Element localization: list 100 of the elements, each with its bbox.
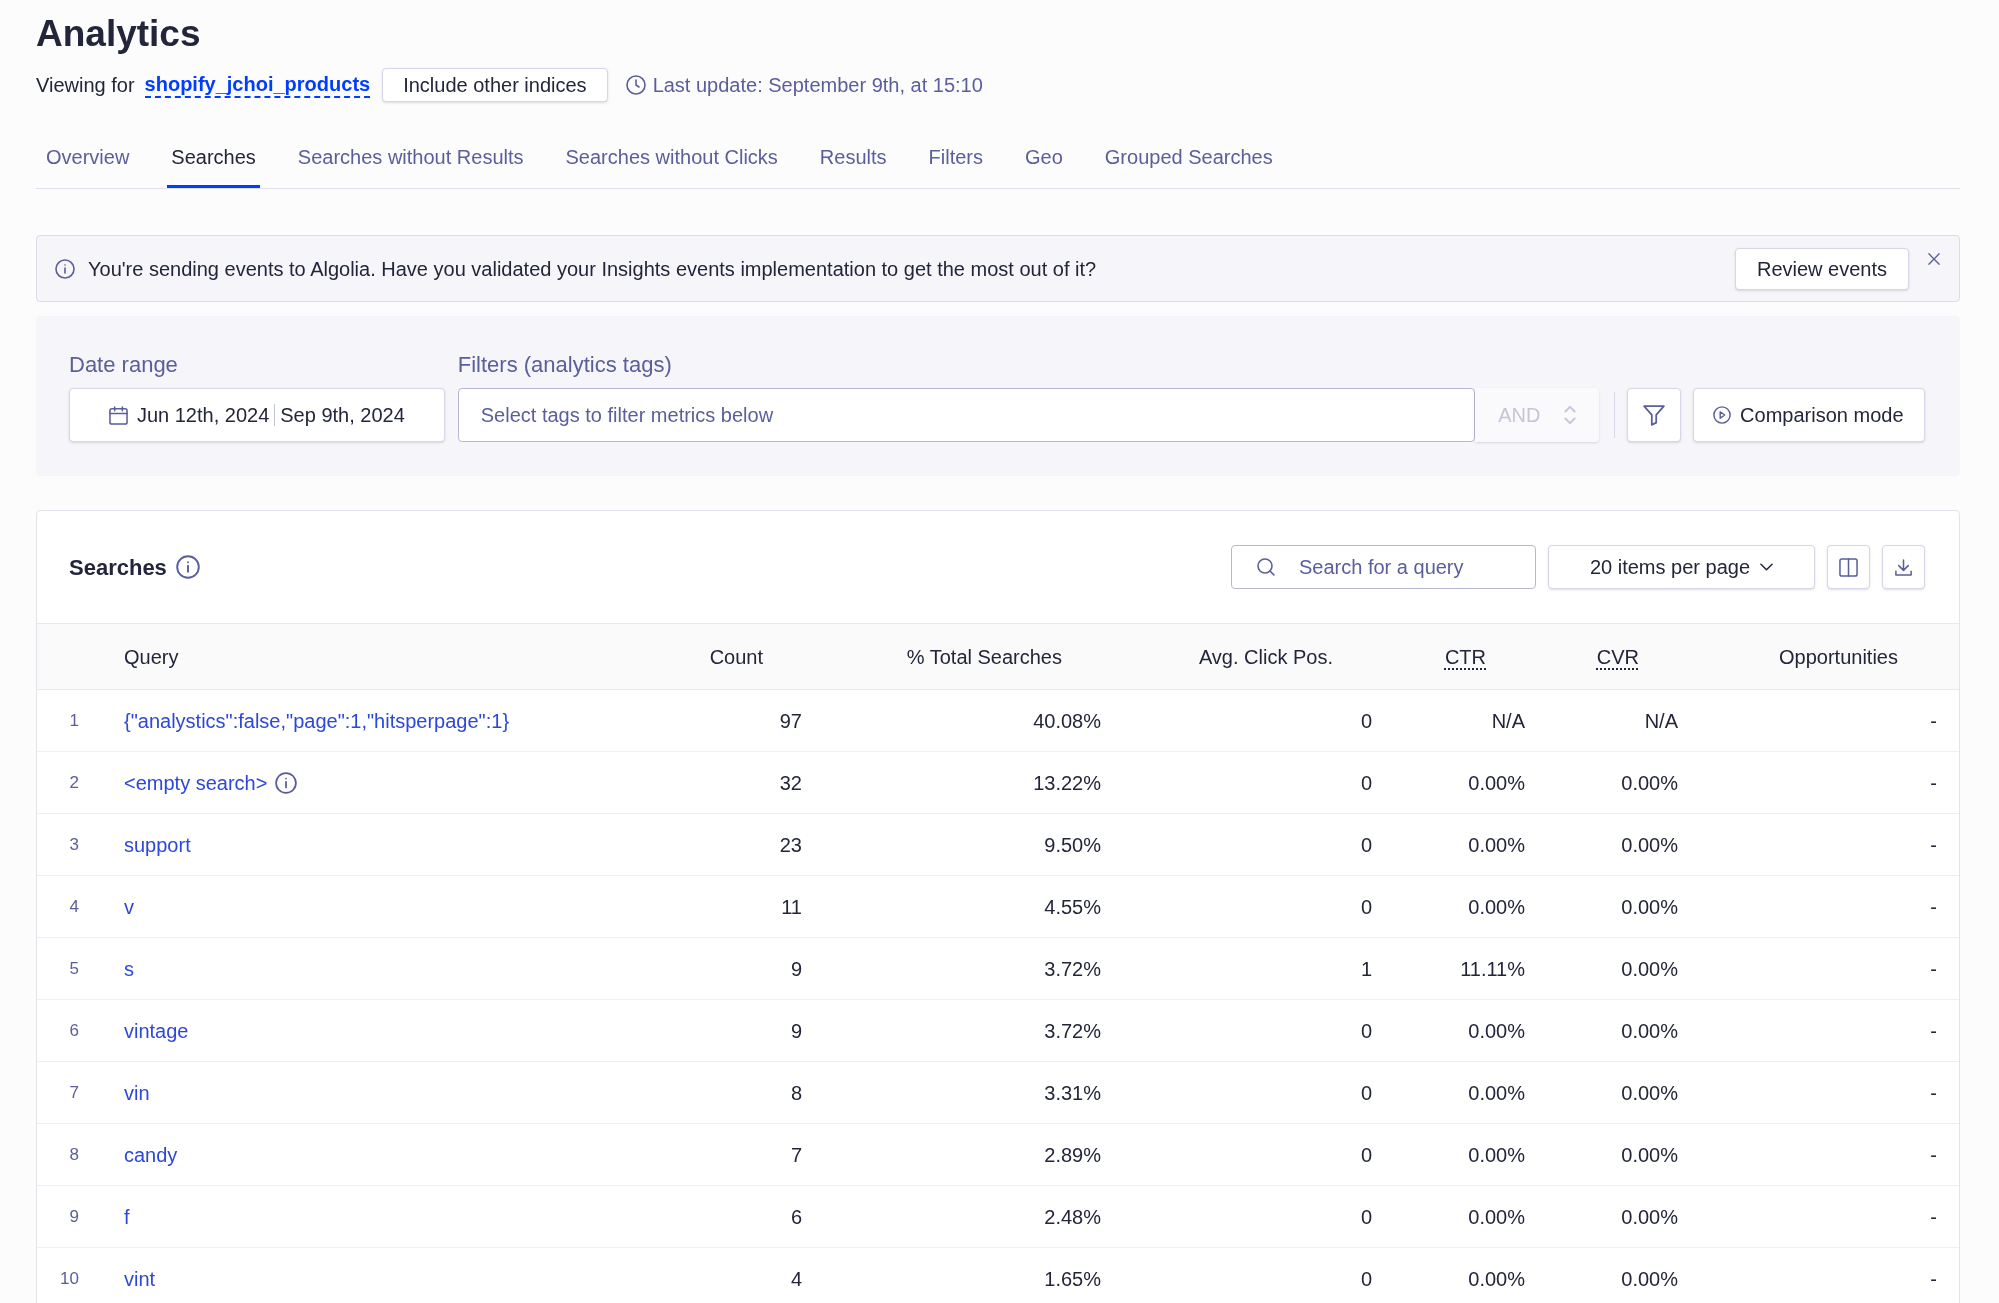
table-cell-text: 0.00%: [1468, 770, 1525, 796]
last-update-text: Last update: September 9th, at 15:10: [652, 73, 983, 98]
table-cell-text: 97: [779, 708, 802, 734]
page-size-select[interactable]: 20 items per page: [1548, 545, 1815, 589]
table-cell-text: 1.65%: [1044, 1266, 1101, 1292]
query-link[interactable]: vin: [124, 1077, 150, 1108]
table-cell-text: 0.00%: [1621, 770, 1678, 796]
table-cell-text: N/A: [1491, 708, 1525, 734]
table-cell-text: 13.22%: [1033, 770, 1101, 796]
table-cell-text: 9: [790, 1018, 802, 1044]
table-cell-text: 0: [1360, 894, 1372, 920]
table-cell-text: 0.00%: [1468, 1204, 1525, 1230]
query-link[interactable]: vint: [124, 1263, 156, 1294]
query-link[interactable]: v: [124, 891, 134, 922]
row-number: 3: [69, 833, 79, 856]
tab[interactable]: Searches: [167, 128, 260, 188]
query-link[interactable]: vintage: [124, 1015, 189, 1046]
table-cell-text: -: [1930, 894, 1937, 920]
review-events-button[interactable]: Review events: [1734, 247, 1909, 290]
table-cell-text: 0: [1360, 1018, 1372, 1044]
table-cell-text: 4: [790, 1266, 802, 1292]
table-cell-text: 9.50%: [1044, 832, 1101, 858]
table-cell-text: 3.72%: [1044, 956, 1101, 982]
table-cell-text: 6: [790, 1204, 802, 1230]
tab[interactable]: Searches without Results: [293, 128, 528, 188]
table-cell-text: -: [1930, 1018, 1937, 1044]
table-cell-text: 0: [1360, 770, 1372, 796]
table-cell-text: 0.00%: [1621, 1142, 1678, 1168]
tab[interactable]: Results: [815, 128, 891, 188]
columns-button[interactable]: [1827, 545, 1870, 589]
table-cell-text: 0.00%: [1621, 956, 1678, 982]
tab[interactable]: Geo: [1021, 128, 1067, 188]
index-link[interactable]: shopify_jchoi_products: [144, 72, 371, 98]
query-link[interactable]: s: [124, 953, 134, 984]
search-field[interactable]: Search for a query: [1231, 545, 1536, 589]
field-label: Filters (analytics tags): [457, 352, 672, 378]
column-header[interactable]: % Total Searches: [906, 641, 1062, 672]
row-number: 5: [69, 957, 79, 980]
row-number: 9: [69, 1205, 79, 1228]
column-header[interactable]: Count: [709, 641, 763, 672]
tab[interactable]: Searches without Clicks: [561, 128, 782, 188]
table-cell-text: 0.00%: [1621, 1080, 1678, 1106]
column-header[interactable]: Avg. Click Pos.: [1198, 641, 1333, 672]
tab[interactable]: Filters: [924, 128, 987, 188]
table-cell-text: 0.00%: [1468, 1018, 1525, 1044]
query-link[interactable]: candy: [124, 1139, 178, 1170]
close-icon[interactable]: [1928, 253, 1940, 265]
download-button[interactable]: [1882, 545, 1925, 589]
table-cell-text: 3.31%: [1044, 1080, 1101, 1106]
table-cell-text: 0.00%: [1468, 1142, 1525, 1168]
table-cell-text: 11: [781, 894, 802, 920]
table-cell-text: 40.08%: [1033, 708, 1101, 734]
row-number: 6: [69, 1019, 79, 1042]
comparison-mode-button[interactable]: Comparison mode: [1693, 388, 1925, 442]
date-range-picker[interactable]: Jun 12th, 2024 Sep 9th, 2024: [69, 388, 445, 442]
table-cell-text: 0: [1360, 1204, 1372, 1230]
row-number: 2: [69, 771, 79, 794]
columns-icon: [1839, 557, 1858, 577]
table-cell-text: 0.00%: [1621, 1018, 1678, 1044]
table-cell-text: -: [1930, 1266, 1937, 1292]
table-cell-text: 0.00%: [1621, 1204, 1678, 1230]
banner-message: You're sending events to Algolia. Have you validated your Insights events implementation to get the most out of it?: [88, 256, 1097, 282]
column-header[interactable]: CVR: [1596, 641, 1639, 672]
tab[interactable]: Overview: [42, 128, 134, 188]
column-header[interactable]: CTR: [1444, 641, 1486, 672]
table-cell-text: 2.89%: [1044, 1142, 1101, 1168]
table-cell-text: 0.00%: [1468, 832, 1525, 858]
row-number: 7: [69, 1081, 79, 1104]
table-cell-text: -: [1930, 1142, 1937, 1168]
query-link[interactable]: <empty search>: [124, 767, 268, 798]
table-cell-text: -: [1930, 770, 1937, 796]
query-link[interactable]: support: [124, 829, 191, 860]
field-label: Date range: [69, 352, 178, 378]
info-icon: [55, 258, 75, 279]
table-cell-text: -: [1930, 832, 1937, 858]
row-number: 10: [60, 1267, 79, 1290]
row-number: 4: [69, 895, 79, 918]
table-cell-text: 4.55%: [1044, 894, 1101, 920]
table-cell-text: 2.48%: [1044, 1204, 1101, 1230]
table-cell-text: -: [1930, 956, 1937, 982]
play-circle-icon: [1713, 406, 1732, 424]
query-link[interactable]: {"analystics":false,"page":1,"hitsperpage":1}: [124, 705, 510, 736]
tab[interactable]: Grouped Searches: [1100, 128, 1277, 188]
table-cell-text: 11.11%: [1460, 956, 1525, 982]
include-indices-button[interactable]: Include other indices: [382, 68, 608, 102]
tags-filter-field[interactable]: Select tags to filter metrics below: [457, 388, 1476, 442]
query-link[interactable]: f: [124, 1201, 130, 1232]
table-cell-text: -: [1930, 1204, 1937, 1230]
column-header[interactable]: Opportunities: [1779, 641, 1898, 672]
table-cell-text: N/A: [1644, 708, 1678, 734]
table-cell-text: 0.00%: [1621, 1266, 1678, 1292]
table-cell-text: 0.00%: [1621, 894, 1678, 920]
clock-icon: [625, 75, 646, 95]
filter-button[interactable]: [1627, 388, 1682, 442]
table-cell-text: 0: [1360, 832, 1372, 858]
column-header[interactable]: Query: [124, 641, 179, 672]
chevron-down-icon: [1760, 563, 1774, 571]
table-cell-text: 9: [790, 956, 802, 982]
download-icon: [1894, 557, 1913, 577]
search-icon: [1256, 557, 1276, 577]
